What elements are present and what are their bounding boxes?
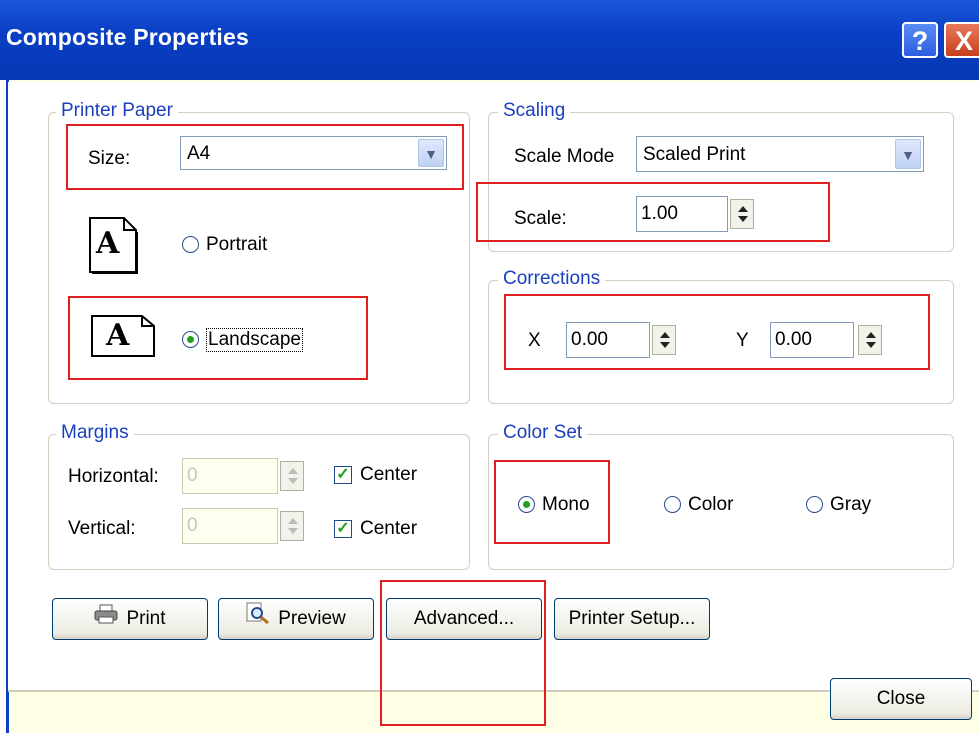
corrections-legend: Corrections xyxy=(498,268,606,290)
color-set-legend: Color Set xyxy=(498,422,588,444)
vertical-margin-label: Vertical: xyxy=(68,518,136,539)
preview-magnifier-icon xyxy=(246,599,270,639)
portrait-radio[interactable] xyxy=(182,236,199,253)
highlight-box-advanced xyxy=(380,580,546,726)
vertical-center-label[interactable]: Center xyxy=(360,518,417,540)
color-radio[interactable] xyxy=(664,496,681,513)
preview-button-label: Preview xyxy=(278,608,346,630)
close-button-label: Close xyxy=(876,688,926,709)
close-window-button[interactable]: X xyxy=(944,22,979,58)
printer-icon xyxy=(94,599,118,639)
highlight-box-scale xyxy=(476,182,830,242)
highlight-box-size xyxy=(66,124,464,190)
horizontal-margin-spin-button[interactable] xyxy=(280,461,304,491)
horizontal-center-checkbox[interactable]: ✓ xyxy=(334,466,352,484)
print-button[interactable]: Print xyxy=(52,598,208,640)
portrait-label[interactable]: Portrait xyxy=(206,234,267,256)
vertical-margin-spin-button[interactable] xyxy=(280,511,304,541)
highlight-box-corrections xyxy=(504,294,930,370)
vertical-margin-input[interactable]: 0 xyxy=(182,508,278,544)
highlight-box-mono xyxy=(494,460,610,544)
printer-paper-legend: Printer Paper xyxy=(56,100,178,122)
scale-mode-select[interactable]: Scaled Print ▼ xyxy=(636,136,924,172)
margins-legend: Margins xyxy=(56,422,134,444)
portrait-page-icon: A xyxy=(88,216,139,275)
highlight-box-landscape xyxy=(68,296,368,380)
gray-radio[interactable] xyxy=(806,496,823,513)
printer-setup-button-label: Printer Setup... xyxy=(568,608,696,629)
print-button-label: Print xyxy=(126,608,166,630)
close-button[interactable]: Close xyxy=(830,678,972,720)
margins-group xyxy=(48,434,470,570)
chevron-down-icon[interactable]: ▼ xyxy=(895,139,921,169)
portrait-page-glyph: A xyxy=(96,226,120,261)
horizontal-center-label[interactable]: Center xyxy=(360,464,417,486)
scale-mode-label: Scale Mode xyxy=(514,146,615,167)
scaling-legend: Scaling xyxy=(498,100,571,122)
gray-label[interactable]: Gray xyxy=(830,494,871,516)
window-title: Composite Properties xyxy=(6,24,249,50)
horizontal-margin-label: Horizontal: xyxy=(68,466,159,487)
horizontal-margin-input[interactable]: 0 xyxy=(182,458,278,494)
printer-setup-button[interactable]: Printer Setup... xyxy=(554,598,710,640)
scale-mode-value: Scaled Print xyxy=(643,144,746,165)
help-button[interactable]: ? xyxy=(902,22,938,58)
vertical-center-checkbox[interactable]: ✓ xyxy=(334,520,352,538)
color-label[interactable]: Color xyxy=(688,494,733,516)
preview-button[interactable]: Preview xyxy=(218,598,374,640)
